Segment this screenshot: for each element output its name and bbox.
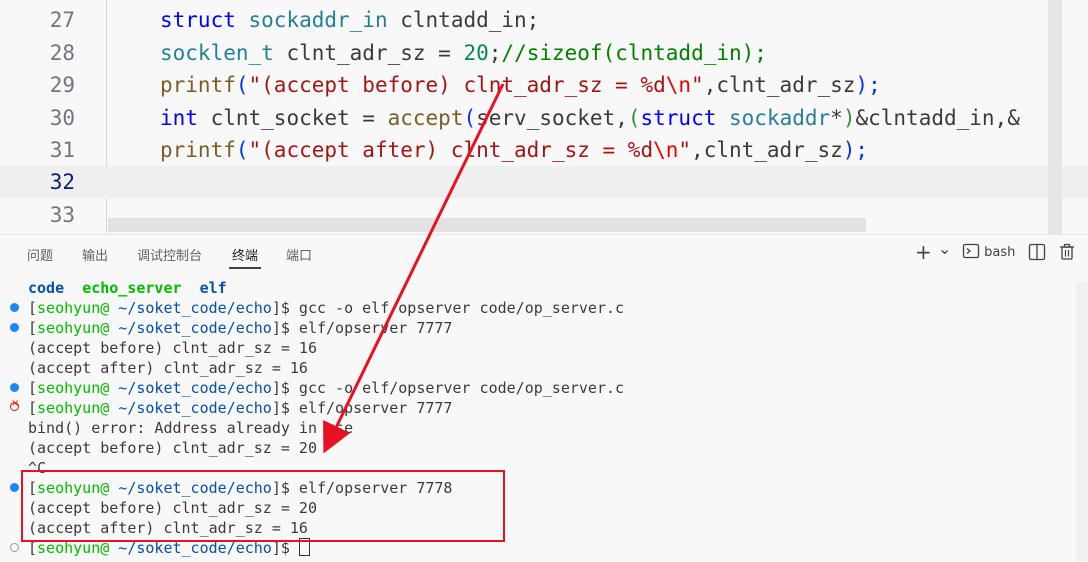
line-number: 29: [49, 73, 75, 97]
command-success-icon[interactable]: [10, 303, 19, 312]
ls-output: code echo_server elf: [28, 279, 227, 297]
active-tab-indicator: [229, 267, 261, 269]
terminal-output-line: bind() error: Address already in use: [28, 419, 354, 437]
line-number: 30: [49, 106, 75, 130]
split-icon[interactable]: [1028, 243, 1046, 265]
command-pending-icon[interactable]: [10, 543, 19, 552]
terminal-output-line: (accept before) clnt_adr_sz = 16: [28, 339, 317, 357]
command-success-icon[interactable]: [10, 383, 19, 392]
tab-ports[interactable]: 端口: [286, 245, 312, 264]
terminal-command-line: [seohyun@ ~/soket_code/echo]$ gcc -o elf…: [28, 379, 625, 397]
tab-problems[interactable]: 问题: [27, 245, 53, 264]
terminal-output-line: (accept before) clnt_adr_sz = 20: [28, 439, 317, 457]
code-text: int clnt_socket = accept(serv_socket,(st…: [160, 106, 1020, 130]
tab-debug-console[interactable]: 调试控制台: [137, 245, 202, 264]
line-number: 31: [49, 138, 75, 162]
annotation-box: [21, 470, 505, 542]
line-number: 33: [49, 203, 75, 227]
code-editor[interactable]: 27 struct sockaddr_in clntadd_in; 28 soc…: [0, 0, 1088, 234]
line-number: 28: [49, 41, 75, 65]
code-line-28[interactable]: 28 socklen_t clnt_adr_sz = 20;//sizeof(c…: [0, 37, 1088, 69]
line-number: 32: [49, 170, 75, 194]
command-success-icon[interactable]: [10, 483, 19, 492]
terminal-profile[interactable]: bash: [962, 242, 1015, 260]
code-line-30[interactable]: 30 int clnt_socket = accept(serv_socket,…: [0, 102, 1088, 134]
command-error-icon[interactable]: [10, 398, 19, 411]
editor-vertical-scrollbar[interactable]: [1048, 0, 1062, 234]
trash-icon[interactable]: [1058, 243, 1076, 265]
terminal-command-line: [seohyun@ ~/soket_code/echo]$ elf/opserv…: [28, 319, 453, 337]
code-text: printf("(accept after) clnt_adr_sz = %d\…: [160, 138, 869, 162]
shell-label: bash: [984, 245, 1016, 260]
code-text: printf("(accept before) clnt_adr_sz = %d…: [160, 73, 881, 97]
code-line-32[interactable]: 32: [0, 166, 1088, 198]
tab-terminal[interactable]: 终端: [232, 245, 258, 264]
code-line-27[interactable]: 27 struct sockaddr_in clntadd_in;: [0, 4, 1088, 36]
code-line-31[interactable]: 31 printf("(accept after) clnt_adr_sz = …: [0, 134, 1088, 166]
horizontal-scrollbar[interactable]: [108, 218, 866, 232]
terminal-icon: [962, 243, 980, 259]
code-text: socklen_t clnt_adr_sz = 20;//sizeof(clnt…: [160, 41, 767, 65]
code-text: struct sockaddr_in clntadd_in;: [160, 8, 540, 32]
new-terminal-icon[interactable]: +: [915, 240, 932, 264]
terminal-command-line: [seohyun@ ~/soket_code/echo]$ gcc -o elf…: [28, 299, 625, 317]
terminal-command-line: [seohyun@ ~/soket_code/echo]$ elf/opserv…: [28, 399, 453, 417]
command-success-icon[interactable]: [10, 323, 19, 332]
terminal-output-line: (accept after) clnt_adr_sz = 16: [28, 359, 308, 377]
terminal-scrollbar[interactable]: [1076, 282, 1088, 561]
code-line-29[interactable]: 29 printf("(accept before) clnt_adr_sz =…: [0, 69, 1088, 101]
chevron-down-icon[interactable]: ⌄: [938, 239, 951, 258]
tab-output[interactable]: 输出: [82, 245, 108, 264]
line-number: 27: [49, 8, 75, 32]
